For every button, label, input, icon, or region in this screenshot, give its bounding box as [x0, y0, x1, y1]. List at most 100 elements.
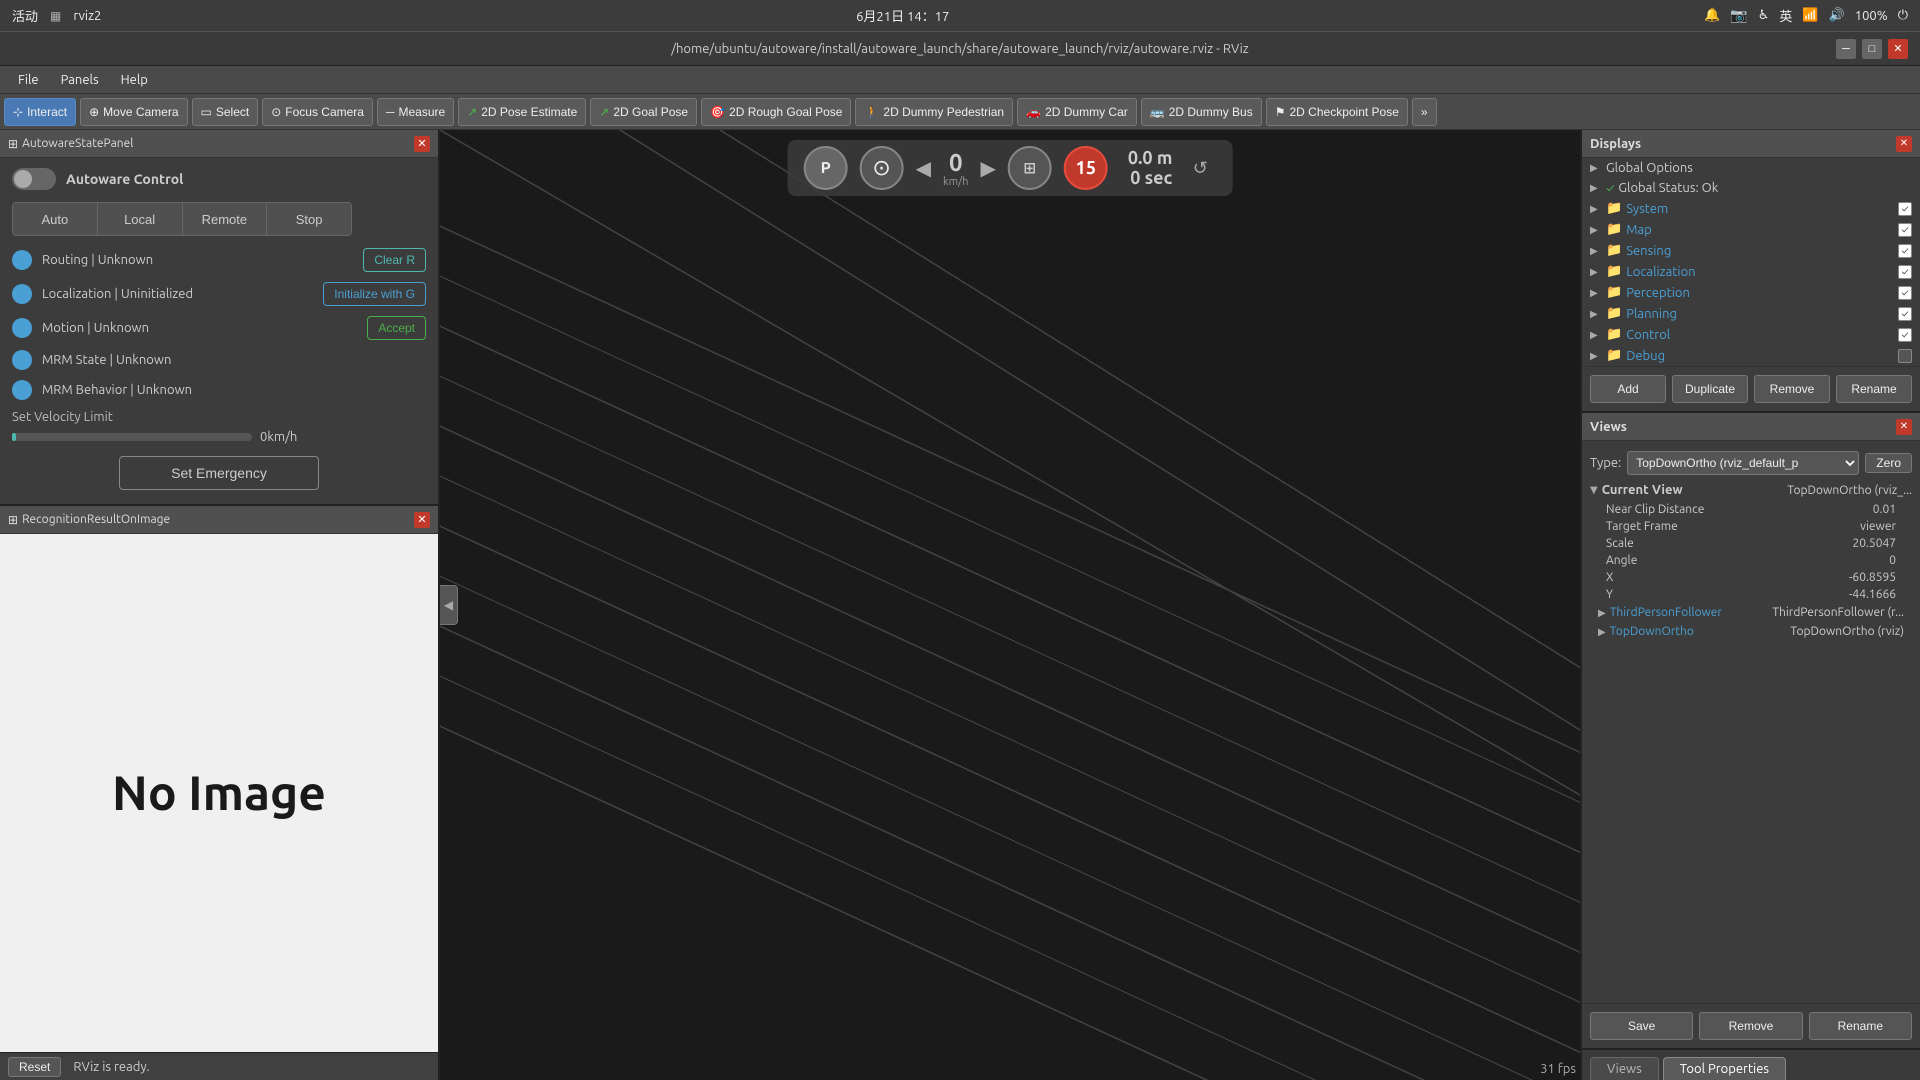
center-viewport[interactable]: P ⊙ ◀ 0 km/h ▶ ⊞ 15 0.0 m 0 sec	[440, 130, 1580, 1080]
remove-view-button[interactable]: Remove	[1699, 1012, 1802, 1040]
focus-camera-button[interactable]: ⊙ Focus Camera	[262, 98, 373, 126]
motion-row: Motion | Unknown Accept	[12, 316, 426, 340]
check-icon: ✓	[1606, 182, 1614, 195]
prev-arrow-button[interactable]: ◀	[916, 156, 931, 181]
sensing-checkbox[interactable]	[1898, 244, 1912, 258]
title-bar-buttons: ─ □ ✕	[1836, 39, 1908, 59]
debug-checkbox[interactable]	[1898, 349, 1912, 363]
menu-help[interactable]: Help	[111, 71, 158, 89]
views-close[interactable]: ✕	[1896, 419, 1912, 435]
reset-button[interactable]: Reset	[8, 1057, 61, 1077]
system-checkbox[interactable]	[1898, 202, 1912, 216]
pose-estimate-button[interactable]: ↗ 2D Pose Estimate	[458, 98, 586, 126]
gear-mode-button[interactable]: P	[804, 146, 848, 190]
next-arrow-button[interactable]: ▶	[980, 156, 995, 181]
save-view-button[interactable]: Save	[1590, 1012, 1693, 1040]
arrow-icon: ▶	[1590, 245, 1602, 257]
maximize-button[interactable]: □	[1862, 39, 1882, 59]
dummy-pedestrian-button[interactable]: 🚶 2D Dummy Pedestrian	[855, 98, 1013, 126]
close-button[interactable]: ✕	[1888, 39, 1908, 59]
steering-button[interactable]: ⊙	[860, 146, 904, 190]
localization-dot	[12, 284, 32, 304]
tree-system[interactable]: ▶ 📁 System	[1582, 198, 1920, 219]
clear-route-button[interactable]: Clear R	[363, 248, 426, 272]
measure-button[interactable]: ─ Measure	[377, 98, 454, 126]
goal-pose-button[interactable]: ↗ 2D Goal Pose	[590, 98, 697, 126]
mode-local-button[interactable]: Local	[98, 203, 183, 235]
move-camera-button[interactable]: ⊕ Move Camera	[80, 98, 187, 126]
tool-properties-tab[interactable]: Tool Properties	[1663, 1057, 1786, 1080]
view-arrow-icon: ▶	[1598, 607, 1606, 619]
activities-label[interactable]: 活动	[12, 6, 38, 25]
app-name: rviz2	[73, 9, 101, 23]
accept-button[interactable]: Accept	[367, 316, 426, 340]
notification-icon[interactable]: 🔔	[1704, 8, 1720, 23]
localization-checkbox[interactable]	[1898, 265, 1912, 279]
mode-auto-button[interactable]: Auto	[13, 203, 98, 235]
car-icon: 🚗	[1026, 105, 1041, 119]
tree-perception[interactable]: ▶ 📁 Perception	[1582, 282, 1920, 303]
current-view-header[interactable]: ▼ Current View TopDownOrtho (rviz_...	[1590, 479, 1912, 501]
accessibility-icon[interactable]: ♿	[1758, 8, 1770, 23]
goal-icon: ↗	[599, 105, 609, 119]
more-tools-button[interactable]: »	[1412, 98, 1437, 126]
top-down-view-item[interactable]: ▶ TopDownOrtho TopDownOrtho (rviz)	[1582, 622, 1920, 641]
rough-goal-button[interactable]: 🎯 2D Rough Goal Pose	[701, 98, 851, 126]
tree-debug[interactable]: ▶ 📁 Debug	[1582, 345, 1920, 366]
displays-close[interactable]: ✕	[1896, 136, 1912, 152]
tree-control[interactable]: ▶ 📁 Control	[1582, 324, 1920, 345]
views-type-select[interactable]: TopDownOrtho (rviz_default_p	[1627, 451, 1859, 475]
tree-global-status[interactable]: ▶ ✓ Global Status: Ok	[1582, 178, 1920, 198]
menu-file[interactable]: File	[8, 71, 49, 89]
remove-display-button[interactable]: Remove	[1754, 375, 1830, 403]
recognition-icon: ⊞	[8, 513, 18, 527]
current-view-label: Current View	[1602, 483, 1683, 497]
select-button[interactable]: ▭ Select	[192, 98, 259, 126]
refresh-button[interactable]: ↺	[1184, 152, 1216, 184]
screenshot-icon[interactable]: 📷	[1730, 7, 1747, 24]
views-buttons: Save Remove Rename	[1582, 1003, 1920, 1048]
displays-title: Displays	[1590, 137, 1641, 151]
add-display-button[interactable]: Add	[1590, 375, 1666, 403]
map-checkbox[interactable]	[1898, 223, 1912, 237]
zero-button[interactable]: Zero	[1865, 453, 1912, 473]
keyboard-layout[interactable]: 英	[1779, 6, 1792, 25]
volume-icon[interactable]: 🔊	[1829, 8, 1845, 23]
wifi-icon[interactable]: 📶	[1802, 8, 1818, 23]
tree-localization[interactable]: ▶ 📁 Localization	[1582, 261, 1920, 282]
tree-planning[interactable]: ▶ 📁 Planning	[1582, 303, 1920, 324]
viewport-canvas[interactable]: P ⊙ ◀ 0 km/h ▶ ⊞ 15 0.0 m 0 sec	[440, 130, 1580, 1080]
y-row: Y -44.1666	[1590, 586, 1912, 603]
arrow-icon: ▶	[1590, 350, 1602, 362]
menu-panels[interactable]: Panels	[51, 71, 109, 89]
autoware-toggle[interactable]	[12, 168, 56, 190]
left-panel: ⊞ AutowareStatePanel ✕ Autoware Control …	[0, 130, 440, 1080]
viewport-controls: P ⊙ ◀ 0 km/h ▶ ⊞ 15 0.0 m 0 sec	[788, 140, 1233, 196]
initialize-button[interactable]: Initialize with G	[323, 282, 426, 306]
rename-view-button[interactable]: Rename	[1809, 1012, 1912, 1040]
duplicate-display-button[interactable]: Duplicate	[1672, 375, 1748, 403]
control-checkbox[interactable]	[1898, 328, 1912, 342]
dummy-car-button[interactable]: 🚗 2D Dummy Car	[1017, 98, 1137, 126]
tree-sensing[interactable]: ▶ 📁 Sensing	[1582, 240, 1920, 261]
minimize-button[interactable]: ─	[1836, 39, 1856, 59]
rviz-status: RViz is ready.	[73, 1060, 149, 1074]
rename-display-button[interactable]: Rename	[1836, 375, 1912, 403]
planning-checkbox[interactable]	[1898, 307, 1912, 321]
perception-checkbox[interactable]	[1898, 286, 1912, 300]
tree-map[interactable]: ▶ 📁 Map	[1582, 219, 1920, 240]
views-tab[interactable]: Views	[1590, 1057, 1659, 1080]
autoware-panel-close[interactable]: ✕	[414, 136, 430, 152]
checkpoint-button[interactable]: ⚑ 2D Checkpoint Pose	[1266, 98, 1408, 126]
power-icon[interactable]: ⏻	[1898, 8, 1908, 23]
mode-stop-button[interactable]: Stop	[267, 203, 351, 235]
recognition-panel-close[interactable]: ✕	[414, 512, 430, 528]
collapse-panel-button[interactable]: ◀	[440, 585, 458, 625]
motion-label: Motion | Unknown	[42, 321, 357, 335]
third-person-view-item[interactable]: ▶ ThirdPersonFollower ThirdPersonFollowe…	[1582, 603, 1920, 622]
tree-global-options[interactable]: ▶ Global Options	[1582, 158, 1920, 178]
emergency-button[interactable]: Set Emergency	[119, 456, 319, 490]
mode-remote-button[interactable]: Remote	[183, 203, 268, 235]
dummy-bus-button[interactable]: 🚌 2D Dummy Bus	[1141, 98, 1262, 126]
interact-button[interactable]: ⊹ Interact	[4, 98, 76, 126]
